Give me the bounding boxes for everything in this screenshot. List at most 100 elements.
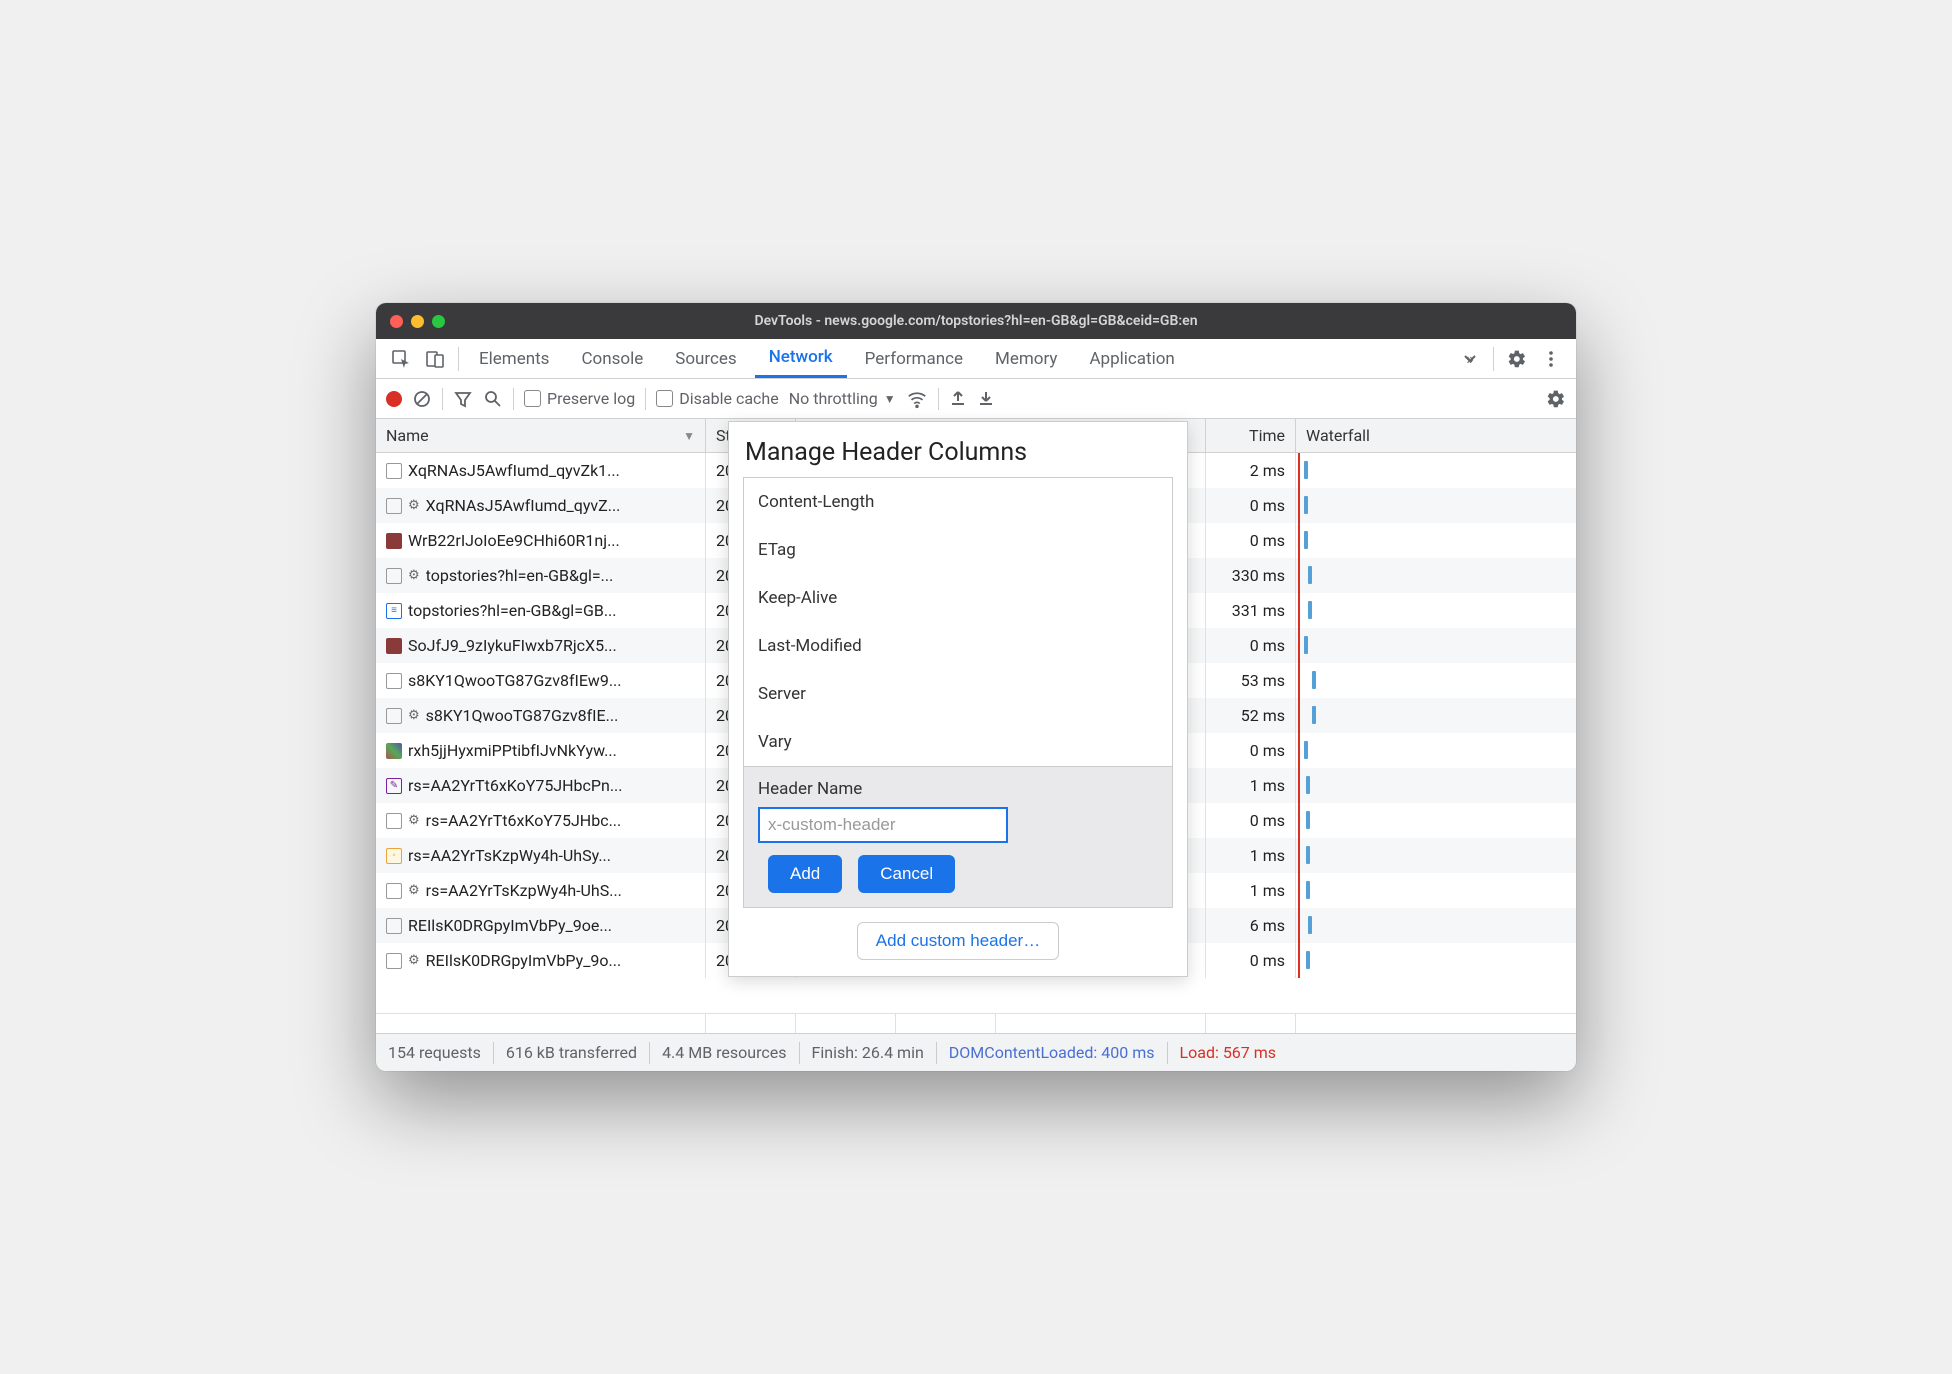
search-icon[interactable] [483,389,503,409]
network-settings-icon[interactable] [1546,389,1566,409]
settings-icon[interactable] [1500,342,1534,376]
request-name: s8KY1QwooTG87Gzv8fIE... [426,706,619,725]
request-name: rs=AA2YrTt6xKoY75JHbc... [426,811,622,830]
request-name: SoJfJ9_9zIykuFIwxb7RjcX5... [408,636,617,655]
file-type-icon [386,918,402,934]
tab-memory[interactable]: Memory [981,339,1071,378]
devtools-window: DevTools - news.google.com/topstories?hl… [376,303,1576,1071]
request-name: REIlsK0DRGpyImVbPy_9oe... [408,916,612,935]
header-item[interactable]: Keep-Alive [744,574,1172,622]
waterfall-cell [1296,663,1576,698]
header-item[interactable]: Last-Modified [744,622,1172,670]
waterfall-cell [1296,733,1576,768]
preserve-log-label: Preserve log [547,389,635,408]
file-type-icon [386,708,402,724]
inspect-element-icon[interactable] [384,342,418,376]
add-button[interactable]: Add [768,855,842,893]
waterfall-bar [1308,566,1312,584]
time-cell: 6 ms [1206,908,1296,943]
waterfall-cell [1296,698,1576,733]
header-item[interactable]: ETag [744,526,1172,574]
file-type-icon [386,533,402,549]
request-name: REIlsK0DRGpyImVbPy_9o... [426,951,622,970]
file-type-icon: ◦ [386,848,402,864]
device-toolbar-icon[interactable] [418,342,452,376]
waterfall-bar [1304,496,1308,514]
throttling-select[interactable]: No throttling ▼ [789,389,896,408]
header-item[interactable]: Content-Length [744,478,1172,526]
kebab-menu-icon[interactable] [1534,342,1568,376]
waterfall-cell [1296,523,1576,558]
disable-cache-label: Disable cache [679,389,778,408]
status-transferred: 616 kB transferred [506,1043,637,1062]
waterfall-cell [1296,768,1576,803]
waterfall-cell [1296,943,1576,978]
file-type-icon [386,463,402,479]
time-cell: 53 ms [1206,663,1296,698]
waterfall-cell [1296,453,1576,488]
waterfall-bar [1308,916,1312,934]
status-resources: 4.4 MB resources [662,1043,786,1062]
header-list: Content-Length ETag Keep-Alive Last-Modi… [743,477,1173,908]
window-title: DevTools - news.google.com/topstories?hl… [376,313,1576,329]
tab-console[interactable]: Console [567,339,657,378]
preserve-log-checkbox[interactable]: Preserve log [524,389,635,408]
tab-elements[interactable]: Elements [465,339,563,378]
time-cell: 0 ms [1206,733,1296,768]
import-har-icon[interactable] [949,390,967,408]
record-button[interactable] [386,391,402,407]
window-controls [390,315,445,328]
filter-icon[interactable] [453,389,473,409]
file-type-icon: ✎ [386,778,402,794]
header-item[interactable]: Server [744,670,1172,718]
time-cell: 0 ms [1206,628,1296,663]
request-name: rs=AA2YrTt6xKoY75JHbcPn... [408,776,623,795]
column-header-waterfall[interactable]: Waterfall [1296,419,1576,452]
time-cell: 330 ms [1206,558,1296,593]
network-conditions-icon[interactable] [906,388,928,410]
export-har-icon[interactable] [977,390,995,408]
time-cell: 1 ms [1206,768,1296,803]
gear-icon: ⚙ [408,953,420,968]
disable-cache-checkbox[interactable]: Disable cache [656,389,778,408]
waterfall-bar [1312,706,1316,724]
more-tabs-icon[interactable]: » [1453,342,1487,376]
status-requests: 154 requests [388,1043,481,1062]
tab-application[interactable]: Application [1075,339,1188,378]
header-name-input[interactable] [758,807,1008,843]
waterfall-bar [1308,601,1312,619]
close-window-button[interactable] [390,315,403,328]
column-header-name[interactable]: Name ▼ [376,419,706,452]
waterfall-cell [1296,873,1576,908]
waterfall-cell [1296,803,1576,838]
custom-header-form: Header Name Add Cancel [744,766,1172,907]
waterfall-bar [1306,811,1310,829]
file-type-icon: ≡ [386,603,402,619]
minimize-window-button[interactable] [411,315,424,328]
file-type-icon [386,498,402,514]
maximize-window-button[interactable] [432,315,445,328]
waterfall-cell [1296,908,1576,943]
waterfall-cell [1296,488,1576,523]
cancel-button[interactable]: Cancel [858,855,955,893]
chevron-down-icon: ▼ [884,392,896,406]
gear-icon: ⚙ [408,813,420,828]
request-name: s8KY1QwooTG87Gzv8fIEw9... [408,671,621,690]
tab-sources[interactable]: Sources [661,339,750,378]
waterfall-bar [1306,846,1310,864]
time-cell: 0 ms [1206,943,1296,978]
waterfall-bar [1306,951,1310,969]
tab-network[interactable]: Network [755,339,847,378]
request-name: rxh5jjHyxmiPPtibfIJvNkYyw... [408,741,617,760]
tab-performance[interactable]: Performance [851,339,977,378]
status-bar: 154 requests 616 kB transferred 4.4 MB r… [376,1033,1576,1071]
request-name: WrB22rIJoIoEe9CHhi60R1nj... [408,531,620,550]
clear-button[interactable] [412,389,432,409]
column-header-time[interactable]: Time [1206,419,1296,452]
header-item[interactable]: Vary [744,718,1172,766]
add-custom-header-button[interactable]: Add custom header… [857,922,1059,960]
time-cell: 1 ms [1206,838,1296,873]
file-type-icon [386,743,402,759]
waterfall-bar [1304,636,1308,654]
request-name: rs=AA2YrTsKzpWy4h-UhSy... [408,846,611,865]
